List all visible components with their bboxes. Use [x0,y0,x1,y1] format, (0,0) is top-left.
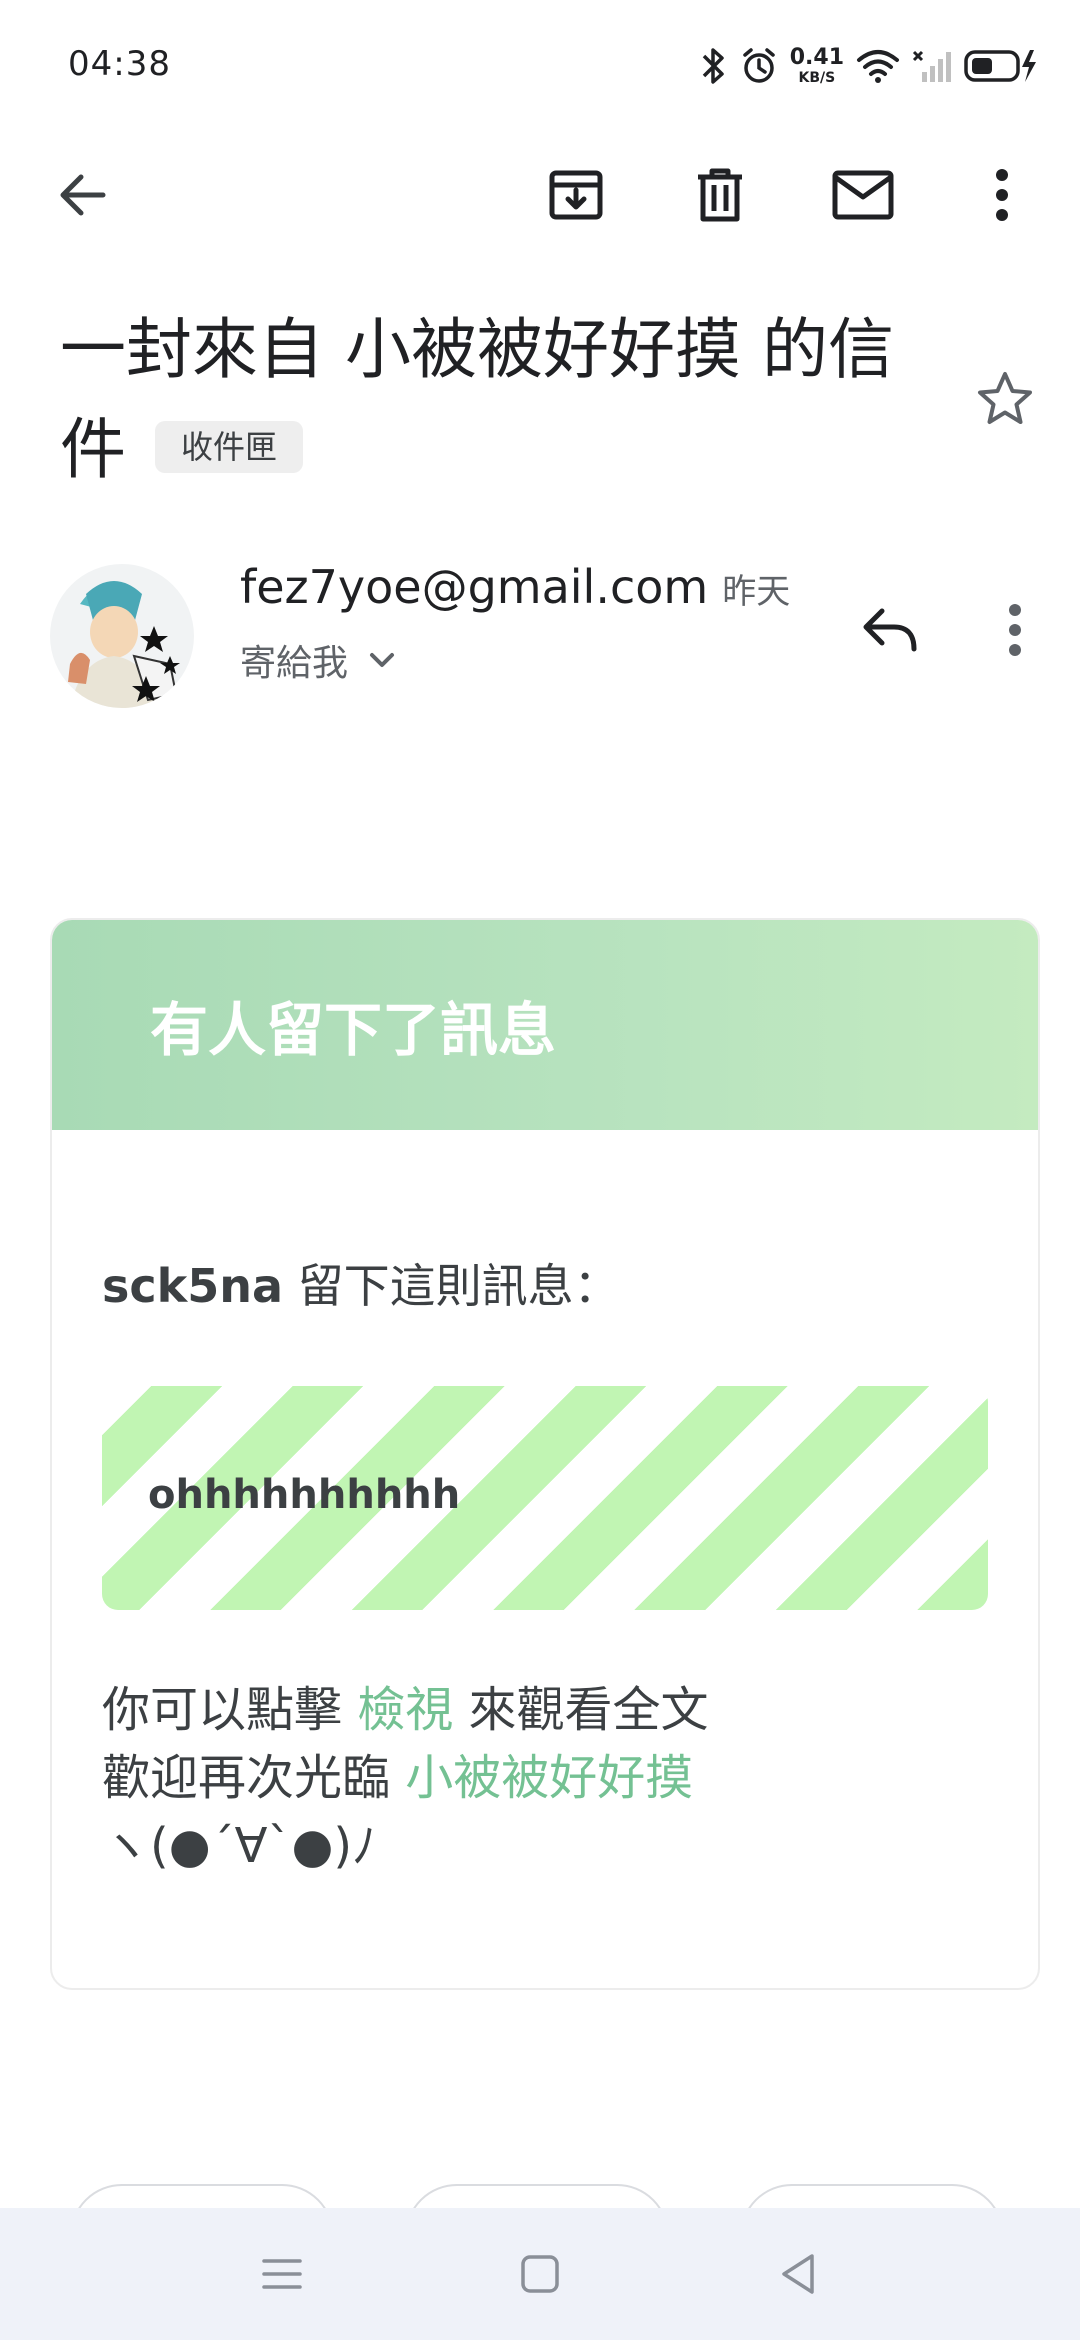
nav-menu-button[interactable] [222,2224,342,2324]
back-button[interactable] [28,140,138,250]
arrow-left-icon [60,174,106,216]
welcome-line: 歡迎再次光臨 小被被好好摸 [102,1744,988,1812]
network-speed-unit: KB/S [798,70,836,86]
email-body-card: 有人留下了訊息 sck5na 留下這則訊息： ohhhhhhhhhh 你可以點擊… [50,918,1040,1990]
card-footer-text: 你可以點擊 檢視 來觀看全文 歡迎再次光臨 小被被好好摸 ヽ(●´∀`●)ﾉ [102,1676,988,1880]
more-vertical-icon [1009,604,1021,656]
sender-more-button[interactable] [970,580,1060,680]
message-text: ohhhhhhhhhh [148,1472,461,1518]
chevron-down-icon [370,653,395,667]
archive-icon [549,170,603,220]
card-header: 有人留下了訊息 [52,920,1038,1130]
mail-icon [832,170,894,220]
view-line-suffix: 來觀看全文 [453,1682,709,1738]
message-author: sck5na [102,1259,284,1313]
mark-unread-button[interactable] [808,140,918,250]
email-subject: 一封來自 小被被好好摸 的信件 收件匣 [60,300,920,500]
view-line-prefix: 你可以點擊 [102,1682,358,1738]
nav-home-button[interactable] [480,2224,600,2324]
message-box: ohhhhhhhhhh [102,1386,988,1610]
message-intro-suffix: 留下這則訊息： [283,1259,620,1313]
message-intro: sck5na 留下這則訊息： [102,1250,988,1316]
network-speed-value: 0.41 [789,45,844,70]
sender-email[interactable]: fez7yoe@gmail.com [240,560,708,614]
reply-button[interactable] [840,580,940,680]
cellular-signal-icon [912,50,951,82]
more-vertical-icon [996,169,1008,221]
delete-button[interactable] [665,140,775,250]
archive-button[interactable] [521,140,631,250]
status-time: 04:38 [68,44,171,84]
view-line: 你可以點擊 檢視 來觀看全文 [102,1676,988,1744]
sender-line[interactable]: fez7yoe@gmail.com 昨天 [240,560,790,614]
triangle-back-icon [782,2254,814,2294]
alarm-icon [742,48,775,83]
card-header-title: 有人留下了訊息 [150,996,557,1064]
sender-avatar[interactable] [50,564,194,708]
system-navigation-bar [0,2208,1080,2340]
network-speed: 0.41 KB/S [789,45,844,86]
menu-icon [262,2259,302,2289]
view-link[interactable]: 檢視 [357,1682,453,1738]
battery-icon [964,50,1036,82]
status-icons: 0.41 KB/S [700,40,1040,92]
recipient-details-toggle[interactable]: 寄給我 [240,634,396,686]
kaomoji-line: ヽ(●´∀`●)ﾉ [102,1818,377,1874]
top-toolbar [0,140,1080,250]
square-icon [521,2255,559,2293]
bluetooth-icon [702,48,724,84]
more-options-button[interactable] [947,140,1057,250]
trash-icon [698,168,742,222]
card-body: sck5na 留下這則訊息： ohhhhhhhhhh 你可以點擊 檢視 來觀看全… [52,1250,1038,1880]
email-date: 昨天 [722,572,791,612]
reply-icon [863,608,917,652]
recipient-label: 寄給我 [240,643,349,684]
star-button[interactable] [960,354,1050,444]
status-bar: 04:38 0.41 KB/S [0,0,1080,130]
wifi-icon [857,50,899,83]
site-link[interactable]: 小被被好好摸 [405,1750,693,1806]
folder-badge[interactable]: 收件匣 [154,421,303,473]
welcome-line-prefix: 歡迎再次光臨 [102,1750,406,1806]
star-outline-icon [978,372,1032,424]
nav-back-button[interactable] [738,2224,858,2324]
